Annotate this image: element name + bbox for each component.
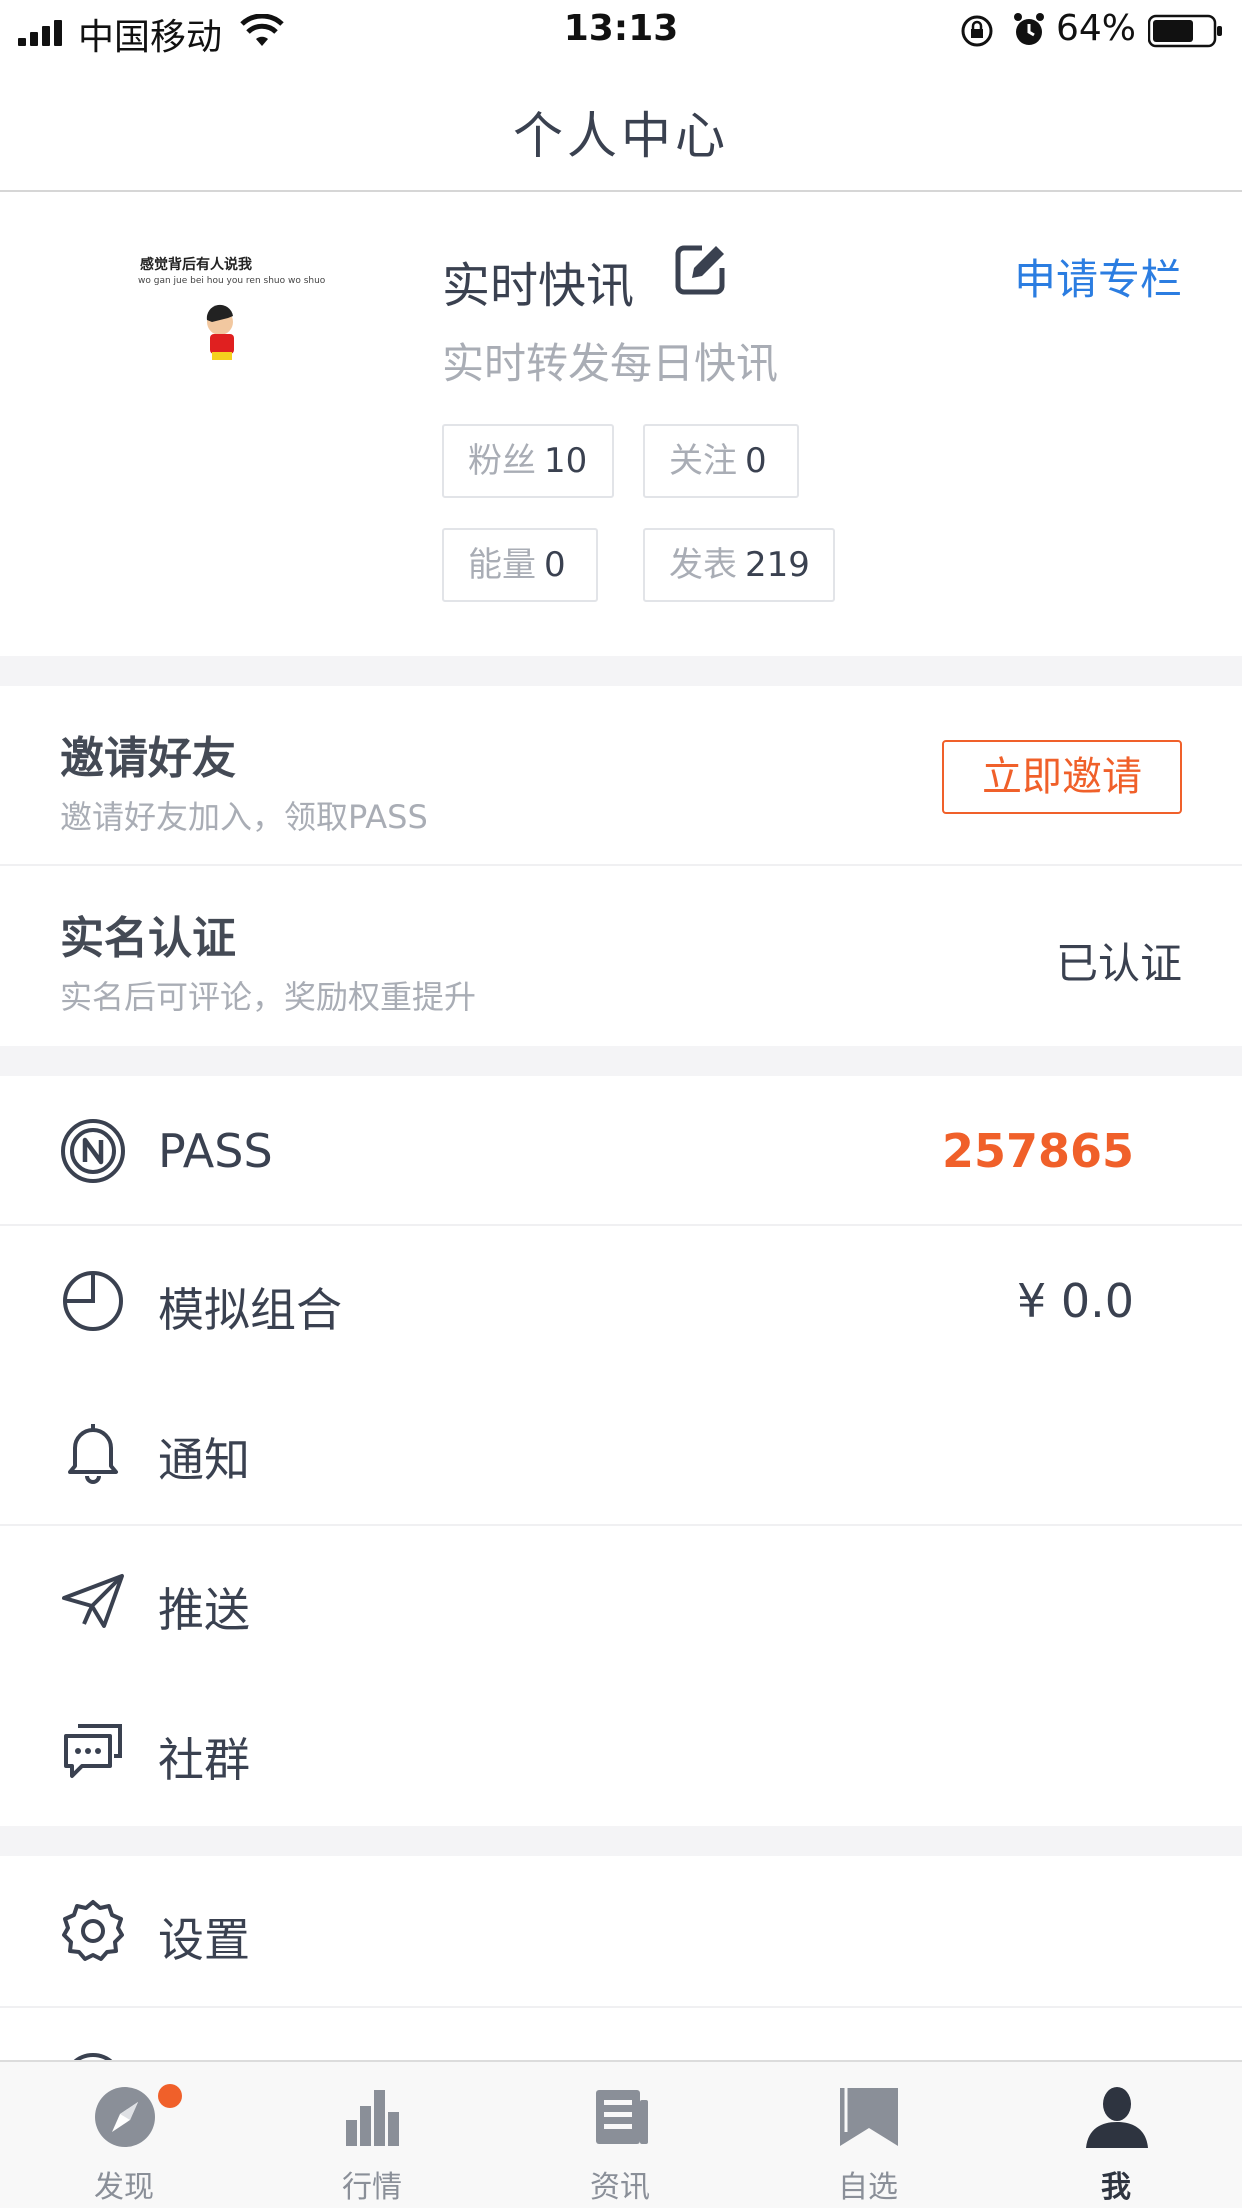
alarm-icon — [1014, 13, 1044, 45]
menu-item-community[interactable]: 社群 — [0, 1676, 1242, 1826]
notification-badge — [158, 2084, 182, 2108]
tab-me[interactable]: 我 — [992, 2062, 1240, 2208]
avatar[interactable]: 感觉背后有人说我 wo gan jue bei hou you ren shuo… — [130, 254, 325, 384]
stat-label: 关注 — [669, 441, 737, 481]
stat-posts[interactable]: 发表 219 — [643, 528, 835, 602]
avatar-subtext: wo gan jue bei hou you ren shuo wo shuo — [138, 276, 326, 286]
user-icon — [1086, 2087, 1148, 2148]
stat-value: 0 — [745, 441, 767, 481]
profile-card: 感觉背后有人说我 wo gan jue bei hou you ren shuo… — [0, 194, 1242, 656]
edit-icon[interactable] — [672, 240, 730, 298]
tab-label: 行情 — [342, 2170, 402, 2205]
tab-label: 发现 — [94, 2170, 154, 2205]
stat-fans[interactable]: 粉丝 10 — [442, 424, 614, 498]
invite-subtitle: 邀请好友加入，领取PASS — [60, 798, 428, 836]
invite-friends-row[interactable]: 邀请好友 邀请好友加入，领取PASS 立即邀请 — [0, 686, 1242, 866]
stat-label: 粉丝 — [468, 441, 536, 481]
stat-following[interactable]: 关注 0 — [643, 424, 799, 498]
menu-label: 推送 — [158, 1583, 250, 1637]
battery-percent: 64% — [1055, 8, 1136, 49]
menu-label: PASS — [158, 1124, 273, 1178]
realname-row[interactable]: 实名认证 实名后可评论，奖励权重提升 已认证 — [0, 866, 1242, 1046]
invite-title: 邀请好友 — [60, 733, 236, 784]
tab-market[interactable]: 行情 — [248, 2062, 496, 2208]
rotation-lock-icon — [961, 15, 993, 47]
section-divider — [0, 1826, 1242, 1856]
menu-item-partial — [0, 2008, 1242, 2113]
section-divider — [0, 656, 1242, 686]
pass-balance: 257865 — [941, 1124, 1134, 1178]
gear-icon — [62, 1900, 124, 1961]
menu-item-pass[interactable]: PASS 257865 — [0, 1076, 1242, 1226]
tab-label: 资讯 — [590, 2170, 650, 2205]
stat-value: 10 — [544, 441, 588, 481]
tab-label: 我 — [1101, 2170, 1131, 2205]
tab-discover[interactable]: 发现 — [0, 2062, 248, 2208]
menu-item-portfolio[interactable]: 模拟组合 ¥ 0.0 — [0, 1226, 1242, 1376]
menu-item-notifications[interactable]: 通知 — [0, 1376, 1242, 1526]
status-bar: 中国移动 13:13 64% — [0, 0, 1242, 62]
verified-status: 已认证 — [1055, 939, 1182, 988]
menu-label: 社群 — [158, 1733, 250, 1787]
section-divider — [0, 1046, 1242, 1076]
stat-label: 发表 — [669, 545, 737, 585]
stat-value: 0 — [544, 545, 566, 585]
stat-energy[interactable]: 能量 0 — [442, 528, 598, 602]
bookmark-icon — [840, 2088, 898, 2146]
tab-bar: 发现 行情 资讯 自选 我 — [0, 2060, 1242, 2208]
pie-chart-icon — [63, 1271, 123, 1331]
avatar-text: 感觉背后有人说我 — [140, 257, 252, 273]
page-title: 个人中心 — [513, 107, 729, 165]
chat-bubbles-icon — [64, 1724, 122, 1778]
invite-now-button[interactable]: 立即邀请 — [942, 740, 1182, 814]
stat-label: 能量 — [468, 545, 536, 585]
battery-icon — [1148, 14, 1222, 48]
profile-name: 实时快讯 — [442, 258, 635, 314]
tab-watchlist[interactable]: 自选 — [744, 2062, 992, 2208]
menu-item-push[interactable]: 推送 — [0, 1526, 1242, 1676]
menu-item-settings[interactable]: 设置 — [0, 1856, 1242, 2008]
menu-label: 设置 — [158, 1913, 250, 1967]
menu-label: 模拟组合 — [158, 1283, 342, 1337]
profile-bio: 实时转发每日快讯 — [442, 339, 779, 388]
menu-label: 通知 — [158, 1433, 250, 1487]
realname-title: 实名认证 — [60, 913, 236, 964]
compass-icon — [95, 2087, 155, 2147]
realname-subtitle: 实名后可评论，奖励权重提升 — [60, 978, 477, 1016]
stat-value: 219 — [745, 545, 810, 585]
portfolio-value: ¥ 0.0 — [1016, 1274, 1134, 1328]
paper-plane-icon — [62, 1574, 124, 1628]
cartoon-figure-icon — [206, 304, 234, 360]
tab-label: 自选 — [838, 2170, 898, 2205]
nav-bar: 个人中心 — [0, 62, 1242, 192]
pass-coin-icon — [61, 1119, 125, 1183]
bell-icon — [68, 1424, 118, 1484]
apply-column-link[interactable]: 申请专栏 — [1014, 246, 1182, 307]
bar-chart-icon — [346, 2090, 399, 2146]
news-icon — [596, 2090, 648, 2144]
tab-news[interactable]: 资讯 — [496, 2062, 744, 2208]
